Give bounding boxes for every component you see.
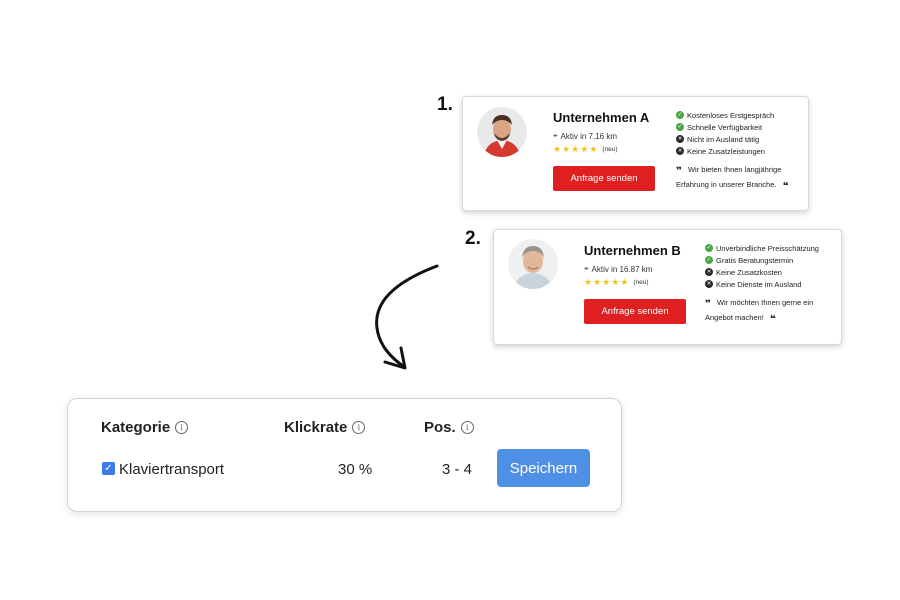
location-text: Aktiv in 7.16 km xyxy=(560,131,617,141)
category-name: Klaviertransport xyxy=(119,461,225,478)
quote-text-line: Wir möchten Ihnen gerne ein xyxy=(716,298,814,307)
feature-item: ✓ Kostenloses Erstgespräch xyxy=(676,110,775,120)
info-icon[interactable]: i xyxy=(175,421,189,434)
offer-card: Unternehmen A ⌖ Aktiv in 7.16 km ★ ★ ★ ★… xyxy=(462,96,809,211)
star-icon: ★ xyxy=(589,144,598,154)
quote-text-line: Angebot machen! xyxy=(705,313,764,322)
location-text: Aktiv in 16.87 km xyxy=(591,264,653,274)
clickrate-value: 30 % xyxy=(338,461,373,478)
feature-item: ✓ Schnelle Verfügbarkeit xyxy=(676,122,763,132)
rating-note: (neu) xyxy=(602,146,618,153)
request-button[interactable]: Anfrage senden xyxy=(553,166,655,191)
star-icon: ★ xyxy=(553,144,562,154)
cross-icon: ✕ xyxy=(705,268,713,276)
curved-arrow-icon xyxy=(375,264,439,370)
offer-card: Unternehmen B ⌖ Aktiv in 16.87 km ★ ★ ★ … xyxy=(493,229,842,345)
rating: ★ ★ ★ ★ ★ (neu) xyxy=(553,145,618,154)
quote-text-line: Erfahrung in unserer Branche. xyxy=(676,180,777,189)
info-icon[interactable]: i xyxy=(460,421,474,434)
offer-rank: 2. xyxy=(465,228,481,249)
company-name: Unternehmen A xyxy=(553,110,650,125)
rating: ★ ★ ★ ★ ★ (neu) xyxy=(584,278,649,287)
quote-open-icon: ❞ xyxy=(676,166,682,177)
category-settings-card: Kategorie i Klickrate i Pos. i ✓ Klavier… xyxy=(67,398,622,512)
quote-open-icon: ❞ xyxy=(705,299,711,310)
header-clickrate: Klickrate i xyxy=(284,419,366,436)
feature-item: ✕ Nicht im Ausland tätig xyxy=(676,134,760,144)
feature-item: ✕ Keine Zusatzkosten xyxy=(705,267,782,277)
header-category: Kategorie i xyxy=(101,419,189,436)
save-button[interactable]: Speichern xyxy=(497,449,590,487)
header-position: Pos. i xyxy=(424,419,474,436)
feature-list: ✓ Unverbindliche Preisschätzung ✓ Gratis B… xyxy=(705,242,819,290)
star-icon: ★ xyxy=(571,144,580,154)
request-button[interactable]: Anfrage senden xyxy=(584,299,686,324)
category-checkbox[interactable]: ✓ xyxy=(102,462,115,475)
quote-close-icon: ❝ xyxy=(782,181,789,192)
feature-item: ✓ Unverbindliche Preisschätzung xyxy=(705,243,819,253)
feature-list: ✓ Kostenloses Erstgespräch ✓ Schnelle Verf… xyxy=(676,109,774,157)
cross-icon: ✕ xyxy=(676,135,684,143)
rating-note: (neu) xyxy=(633,279,649,286)
star-icon: ★ xyxy=(584,277,593,287)
position-value: 3 - 4 xyxy=(442,461,473,478)
check-icon: ✓ xyxy=(676,111,684,119)
avatar xyxy=(508,239,558,289)
location: ⌖ Aktiv in 16.87 km xyxy=(584,264,652,274)
cross-icon: ✕ xyxy=(705,280,713,288)
quote-close-icon: ❝ xyxy=(769,314,776,325)
location-pin-icon: ⌖ xyxy=(584,264,589,273)
testimonial-quote: ❞ Wir bieten Ihnen langjährige Erfahrung… xyxy=(676,163,788,193)
check-icon: ✓ xyxy=(676,123,684,131)
feature-item: ✕ Keine Zusatzleistungen xyxy=(676,146,765,156)
star-icon: ★ xyxy=(593,277,602,287)
star-icon: ★ xyxy=(562,144,571,154)
testimonial-quote: ❞ Wir möchten Ihnen gerne ein Angebot ma… xyxy=(705,296,813,326)
location-pin-icon: ⌖ xyxy=(553,131,558,140)
star-icon: ★ xyxy=(580,144,589,154)
star-icon: ★ xyxy=(602,277,611,287)
company-name: Unternehmen B xyxy=(584,243,681,258)
info-icon[interactable]: i xyxy=(352,421,366,434)
star-icon: ★ xyxy=(620,277,629,287)
quote-text-line: Wir bieten Ihnen langjährige xyxy=(687,165,782,174)
avatar xyxy=(477,107,527,157)
feature-item: ✓ Gratis Beratungstermin xyxy=(705,255,794,265)
feature-item: ✕ Keine Dienste im Ausland xyxy=(705,279,802,289)
check-icon: ✓ xyxy=(705,244,713,252)
check-icon: ✓ xyxy=(705,256,713,264)
location: ⌖ Aktiv in 7.16 km xyxy=(553,131,617,141)
offer-rank: 1. xyxy=(437,94,453,115)
star-icon: ★ xyxy=(611,277,620,287)
cross-icon: ✕ xyxy=(676,147,684,155)
